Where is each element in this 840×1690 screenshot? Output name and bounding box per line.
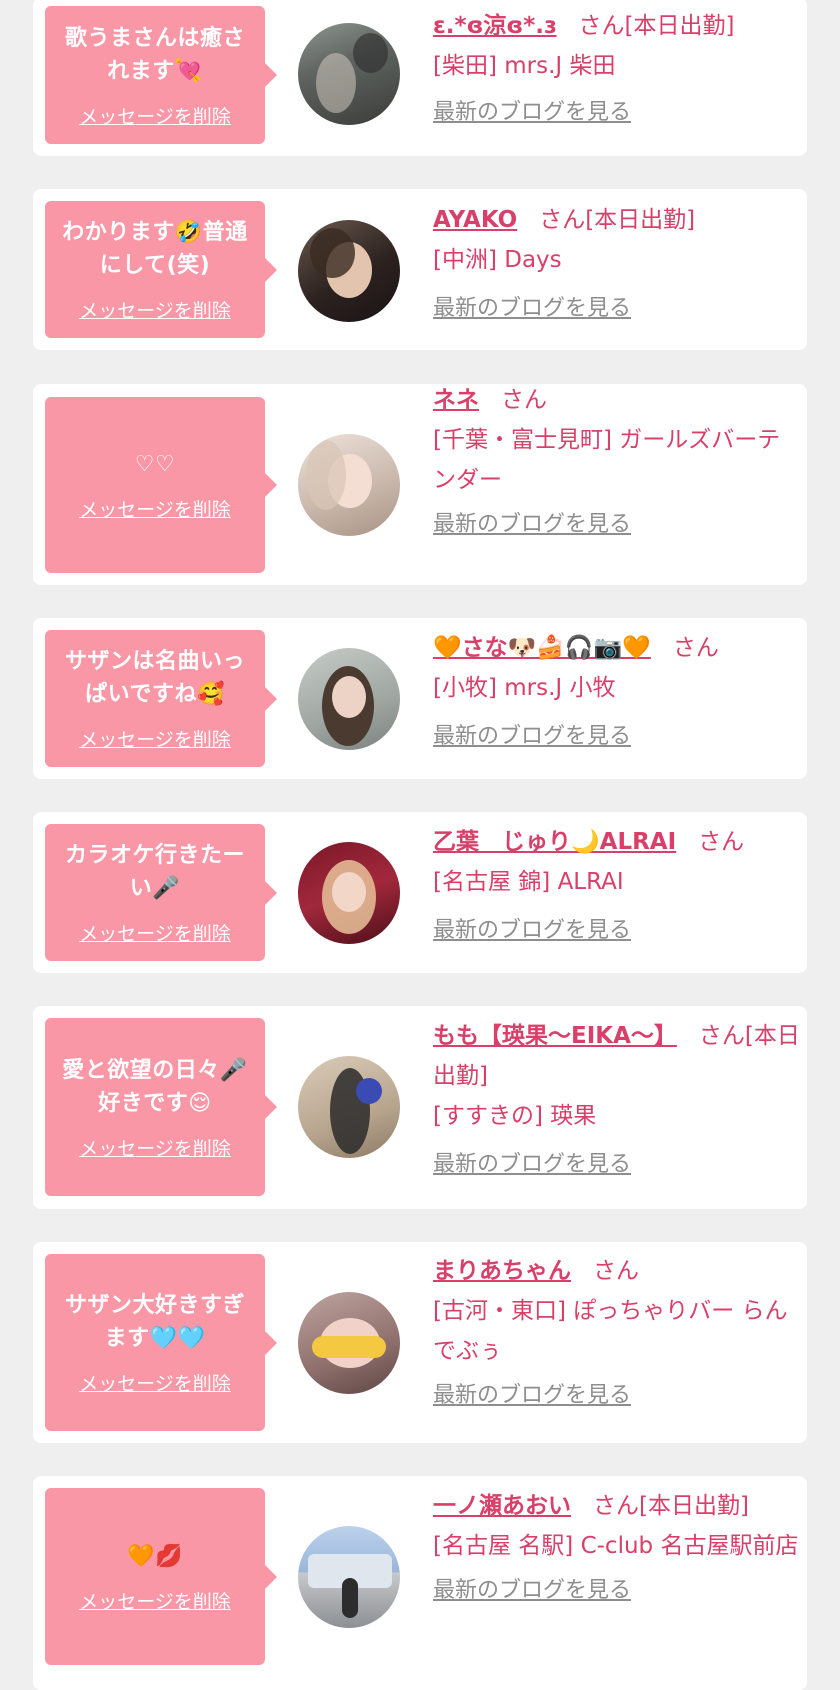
cast-info: ネネ さん [千葉・富士見町] ガールズバーテンダー 最新のブログを見る (433, 380, 801, 540)
delete-message-link[interactable]: メッセージを削除 (79, 495, 231, 522)
delete-message-link[interactable]: メッセージを削除 (79, 296, 231, 323)
latest-blog-link[interactable]: 最新のブログを見る (433, 916, 631, 946)
cast-card: 🧡💋 メッセージを削除 一ノ瀬あおい さん[本日出勤] [名古屋 名駅] C-cl… (33, 1476, 807, 1690)
shop-name: [古河・東口] ぽっちゃりバー らんでぶぅ (433, 1298, 788, 1364)
latest-blog-link[interactable]: 最新のブログを見る (433, 510, 631, 540)
cast-name-link[interactable]: AYAKO (433, 207, 517, 233)
shop-name: [中洲] Days (433, 247, 562, 273)
delete-message-link[interactable]: メッセージを削除 (79, 1134, 231, 1161)
avatar[interactable] (298, 23, 400, 125)
cast-name-link[interactable]: 一ノ瀬あおい (433, 1493, 571, 1519)
cast-info: 一ノ瀬あおい さん[本日出勤] [名古屋 名駅] C-club 名古屋駅前店 最新… (433, 1486, 801, 1606)
message-bubble: 歌うまさんは癒されます💘 メッセージを削除 (45, 6, 277, 144)
delete-message-link[interactable]: メッセージを削除 (79, 725, 231, 752)
cast-name-link[interactable]: 🧡さな🐶🍰🎧📷🧡 (433, 635, 651, 661)
latest-blog-link[interactable]: 最新のブログを見る (433, 1381, 631, 1411)
message-text: 愛と欲望の日々🎤好きです😌 (62, 1057, 248, 1116)
delete-message-link[interactable]: メッセージを削除 (79, 102, 231, 129)
message-text: 🧡💋 (127, 1543, 183, 1569)
message-bubble: 愛と欲望の日々🎤好きです😌 メッセージを削除 (45, 1018, 277, 1196)
message-bubble: わかります🤣普通にして(笑) メッセージを削除 (45, 201, 277, 338)
message-text: 歌うまさんは癒されます💘 (64, 25, 245, 84)
cast-name-link[interactable]: 乙葉 じゅり🌙ALRAI (433, 829, 676, 855)
message-bubble: サザン大好きすぎます🩵🩵 メッセージを削除 (45, 1254, 277, 1431)
cast-name-link[interactable]: もも【瑛果〜EIKA〜】 (433, 1023, 677, 1049)
shop-name: [千葉・富士見町] ガールズバーテンダー (433, 427, 781, 493)
cast-name-link[interactable]: ɛ.*ɞ涼ɞ*.ɜ (433, 13, 557, 39)
cast-card: カラオケ行きたーい🎤 メッセージを削除 乙葉 じゅり🌙ALRAI さん [名古屋 … (33, 812, 807, 973)
message-text: ♡♡ (134, 452, 176, 477)
shop-name: [すすきの] 瑛果 (433, 1103, 597, 1129)
shop-name: [名古屋 錦] ALRAI (433, 869, 624, 895)
cast-info: AYAKO さん[本日出勤] [中洲] Days 最新のブログを見る (433, 200, 801, 324)
latest-blog-link[interactable]: 最新のブログを見る (433, 294, 631, 324)
latest-blog-link[interactable]: 最新のブログを見る (433, 98, 631, 128)
avatar[interactable] (298, 842, 400, 944)
delete-message-link[interactable]: メッセージを削除 (79, 919, 231, 946)
shop-name: [名古屋 名駅] C-club 名古屋駅前店 (433, 1533, 799, 1559)
cast-card: ♡♡ メッセージを削除 ネネ さん [千葉・富士見町] ガールズバーテンダー 最新… (33, 384, 807, 585)
cast-info: 🧡さな🐶🍰🎧📷🧡 さん [小牧] mrs.J 小牧 最新のブログを見る (433, 628, 801, 752)
cast-info: ɛ.*ɞ涼ɞ*.ɜ さん[本日出勤] [柴田] mrs.J 柴田 最新のブログを見… (433, 6, 801, 128)
delete-message-link[interactable]: メッセージを削除 (79, 1369, 231, 1396)
cast-info: まりあちゃん さん [古河・東口] ぽっちゃりバー らんでぶぅ 最新のブログを見る (433, 1251, 801, 1411)
cast-card: サザン大好きすぎます🩵🩵 メッセージを削除 まりあちゃん さん [古河・東口] ぽ… (33, 1242, 807, 1443)
cast-status: さん (593, 1258, 639, 1284)
delete-message-link[interactable]: メッセージを削除 (79, 1587, 231, 1614)
message-bubble: カラオケ行きたーい🎤 メッセージを削除 (45, 824, 277, 961)
avatar[interactable] (298, 648, 400, 750)
cast-card: サザンは名曲いっぱいですね🥰 メッセージを削除 🧡さな🐶🍰🎧📷🧡 さん [小牧] … (33, 618, 807, 779)
avatar[interactable] (298, 220, 400, 322)
cast-card: 歌うまさんは癒されます💘 メッセージを削除 ɛ.*ɞ涼ɞ*.ɜ さん[本日出勤] … (33, 0, 807, 156)
shop-name: [柴田] mrs.J 柴田 (433, 53, 616, 79)
message-text: カラオケ行きたーい🎤 (64, 843, 245, 901)
cast-status: さん (698, 829, 745, 855)
avatar[interactable] (298, 434, 400, 536)
message-bubble: サザンは名曲いっぱいですね🥰 メッセージを削除 (45, 630, 277, 767)
cast-card: 愛と欲望の日々🎤好きです😌 メッセージを削除 もも【瑛果〜EIKA〜】 さん[本日… (33, 1006, 807, 1209)
avatar[interactable] (298, 1056, 400, 1158)
avatar[interactable] (298, 1292, 400, 1394)
cast-info: もも【瑛果〜EIKA〜】 さん[本日出勤] [すすきの] 瑛果 最新のブログを見る (433, 1016, 801, 1180)
cast-info: 乙葉 じゅり🌙ALRAI さん [名古屋 錦] ALRAI 最新のブログを見る (433, 822, 801, 946)
cast-name-link[interactable]: ネネ (433, 387, 479, 413)
message-text: わかります🤣普通にして(笑) (62, 220, 248, 278)
cast-status: さん (672, 635, 719, 661)
cast-card: わかります🤣普通にして(笑) メッセージを削除 AYAKO さん[本日出勤] [中… (33, 189, 807, 350)
latest-blog-link[interactable]: 最新のブログを見る (433, 722, 631, 752)
message-bubble: ♡♡ メッセージを削除 (45, 397, 277, 573)
cast-status: さん[本日出勤] (539, 207, 696, 233)
message-text: サザン大好きすぎます🩵🩵 (64, 1293, 245, 1351)
cast-status: さん[本日出勤] (578, 13, 735, 39)
cast-status: さん[本日出勤] (593, 1493, 749, 1519)
latest-blog-link[interactable]: 最新のブログを見る (433, 1576, 631, 1606)
avatar[interactable] (298, 1526, 400, 1628)
latest-blog-link[interactable]: 最新のブログを見る (433, 1150, 631, 1180)
message-bubble: 🧡💋 メッセージを削除 (45, 1488, 277, 1665)
message-text: サザンは名曲いっぱいですね🥰 (64, 649, 245, 707)
shop-name: [小牧] mrs.J 小牧 (433, 675, 616, 701)
cast-name-link[interactable]: まりあちゃん (433, 1258, 571, 1284)
cast-status: さん (501, 387, 547, 413)
